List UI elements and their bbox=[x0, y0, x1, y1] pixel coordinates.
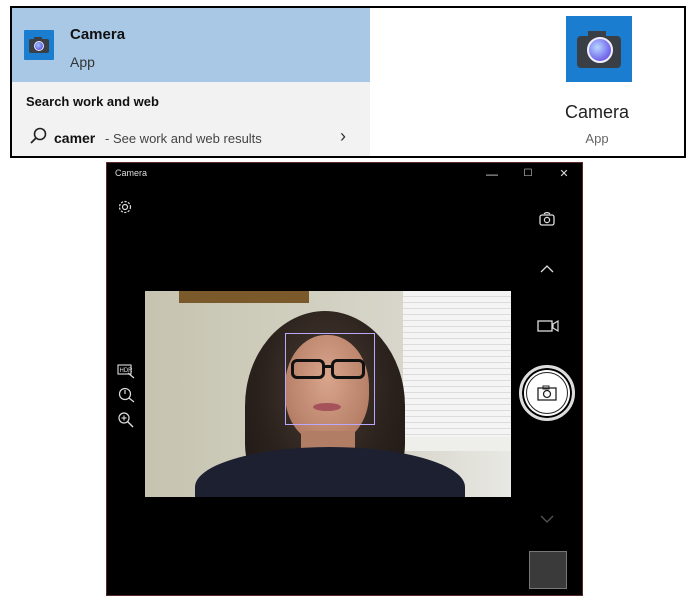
zoom-in-icon[interactable] bbox=[117, 411, 135, 429]
take-photo-button[interactable] bbox=[519, 365, 575, 421]
start-search-panel: Camera App Search work and web camer - S… bbox=[10, 6, 686, 158]
search-icon bbox=[30, 127, 47, 144]
web-search-result[interactable]: camer - See work and web results › bbox=[12, 120, 370, 154]
camera-roll-thumbnail[interactable] bbox=[529, 551, 567, 589]
preview-app-name: Camera bbox=[564, 102, 630, 122]
preview-app-type: App bbox=[585, 131, 609, 146]
chevron-right-icon[interactable]: › bbox=[340, 126, 346, 147]
title-bar[interactable]: Camera — ☐ ✕ bbox=[107, 163, 582, 185]
switch-camera-icon[interactable] bbox=[537, 209, 557, 229]
video-camera-icon[interactable] bbox=[537, 319, 559, 333]
search-results-list: Camera App Search work and web camer - S… bbox=[12, 8, 370, 156]
camera-app-icon bbox=[24, 30, 54, 60]
close-button[interactable]: ✕ bbox=[549, 165, 579, 183]
camera-viewfinder[interactable] bbox=[145, 291, 511, 497]
section-heading: Search work and web bbox=[26, 94, 159, 109]
hdr-off-icon[interactable]: HDR bbox=[117, 363, 135, 379]
best-match-result[interactable]: Camera App bbox=[12, 8, 370, 82]
window-title: Camera bbox=[115, 168, 148, 178]
web-query-text: camer bbox=[54, 130, 96, 146]
timer-off-icon[interactable] bbox=[117, 385, 135, 403]
face-detection-box bbox=[285, 333, 375, 425]
camera-app-large-icon[interactable] bbox=[566, 16, 632, 82]
chevron-down-icon[interactable] bbox=[539, 513, 555, 525]
chevron-up-icon[interactable] bbox=[539, 263, 555, 275]
web-results-hint: - See work and web results bbox=[105, 131, 262, 146]
gear-icon[interactable] bbox=[117, 199, 133, 215]
maximize-button[interactable]: ☐ bbox=[513, 165, 543, 183]
best-match-title: Camera bbox=[70, 26, 126, 43]
best-match-type: App bbox=[70, 54, 95, 70]
camera-shutter-icon bbox=[537, 385, 557, 401]
minimize-button[interactable]: — bbox=[477, 165, 507, 183]
app-preview-pane: Camera App bbox=[370, 8, 684, 156]
camera-app-window: Camera — ☐ ✕ HDR bbox=[106, 162, 583, 596]
svg-text:HDR: HDR bbox=[120, 368, 134, 374]
